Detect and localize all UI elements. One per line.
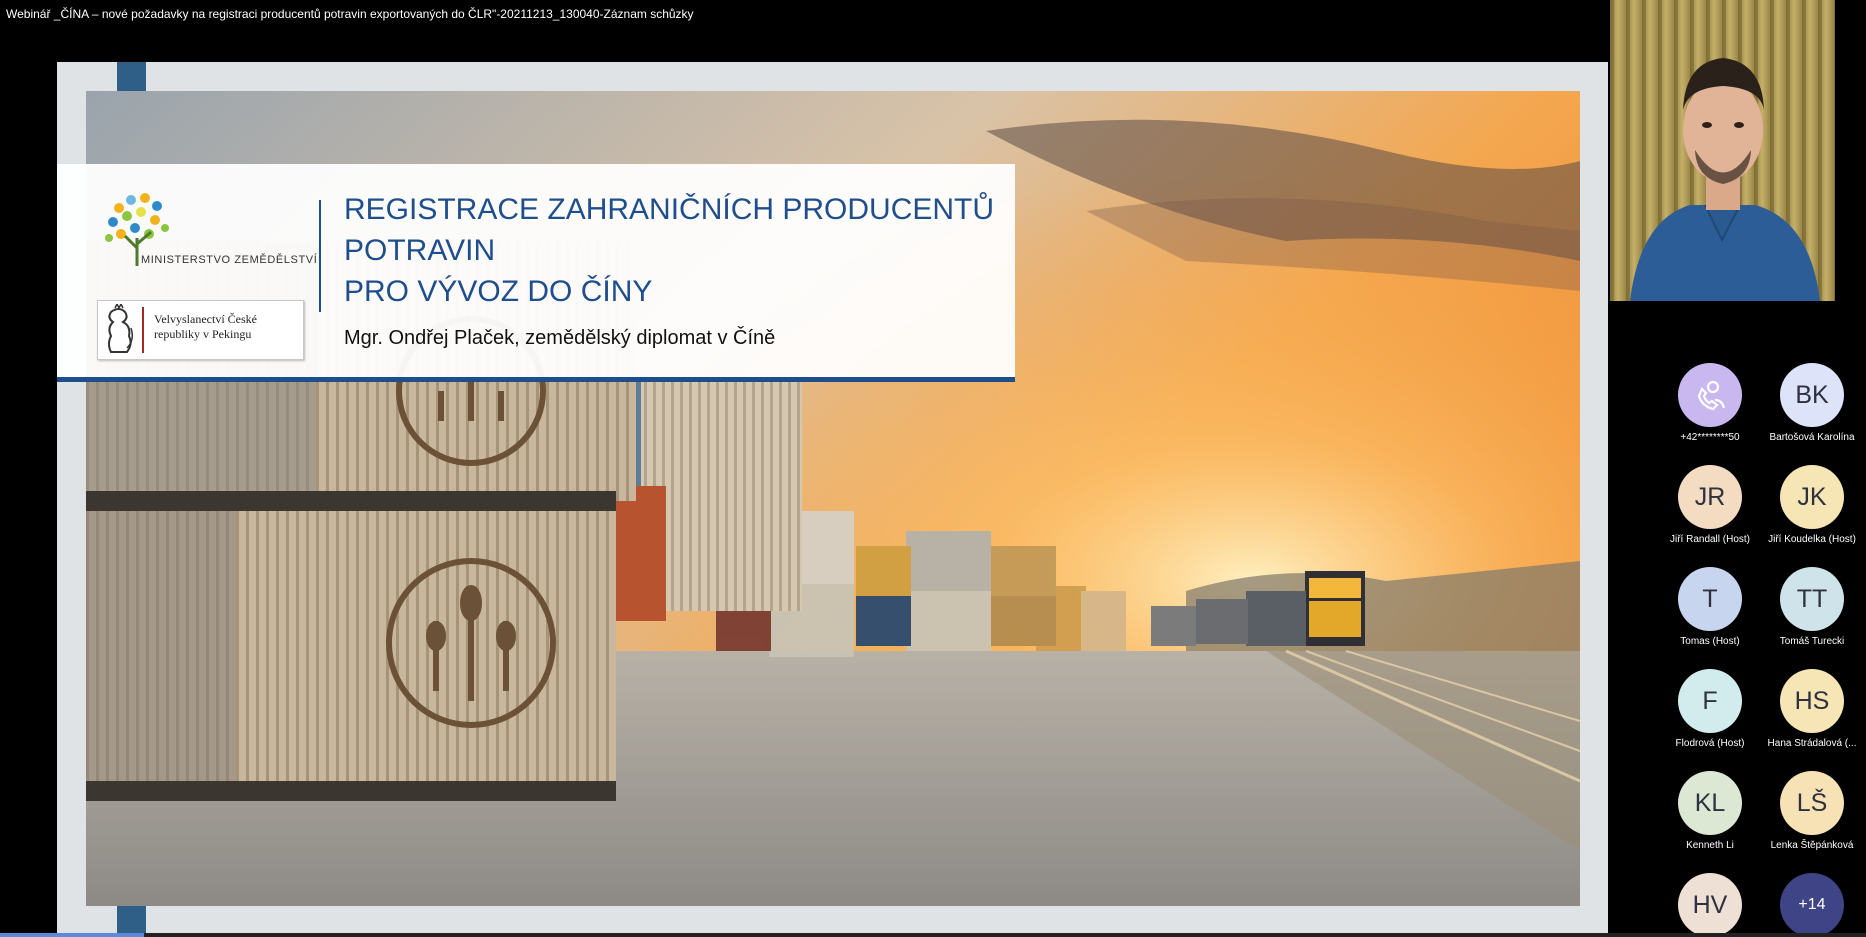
participant-avatar: KL (1678, 771, 1742, 835)
playback-progress-bar[interactable] (0, 933, 1866, 937)
participant-avatar: JR (1678, 465, 1742, 529)
more-participants-button[interactable]: +14 (1757, 873, 1866, 937)
participant-tile[interactable]: JR Jiří Randall (Host) (1655, 465, 1765, 545)
embassy-logo-text: Velvyslanectví České republiky v Pekingu (154, 312, 257, 341)
participant-tile[interactable]: HS Hana Strádalová (... (1757, 669, 1866, 749)
playback-progress-fill (0, 933, 144, 937)
czech-lion-icon (108, 304, 134, 353)
participant-name: +42********50 (1680, 432, 1740, 443)
participant-name: Flodrová (Host) (1675, 738, 1745, 749)
presenter-video-tile[interactable] (1610, 0, 1835, 301)
participant-tile[interactable]: BK Bartošová Karolína (1757, 363, 1866, 443)
slide-title-card: MINISTERSTVO ZEMĚDĚLSTVÍ Velvyslanectví … (57, 164, 1015, 382)
participant-tile[interactable]: JK Jiří Koudelka (Host) (1757, 465, 1866, 545)
more-participants-count: +14 (1780, 873, 1844, 937)
participant-name: Lenka Štěpánková (1770, 840, 1854, 851)
participants-panel: +42********50 BK Bartošová Karolína JR J… (1610, 360, 1866, 937)
participant-name: Tomas (Host) (1680, 636, 1740, 647)
participant-avatar: BK (1780, 363, 1844, 427)
embassy-logo: Velvyslanectví České republiky v Pekingu (97, 300, 304, 360)
participant-tile[interactable]: HV (1655, 873, 1765, 937)
ministry-logo-text: MINISTERSTVO ZEMĚDĚLSTVÍ (141, 254, 318, 266)
participant-avatar: TT (1780, 567, 1844, 631)
slide-title-line: REGISTRACE ZAHRANIČNÍCH PRODUCENTŮ (344, 193, 995, 226)
embassy-logo-rule (142, 307, 144, 353)
participant-tile[interactable]: T Tomas (Host) (1655, 567, 1765, 647)
participant-name: Bartošová Karolína (1769, 432, 1855, 443)
participant-tile[interactable]: +42********50 (1655, 363, 1765, 443)
participant-tile[interactable]: LŠ Lenka Štěpánková (1757, 771, 1866, 851)
participant-name: Hana Strádalová (... (1767, 738, 1857, 749)
participant-tile[interactable]: TT Tomáš Turecki (1757, 567, 1866, 647)
participant-avatar: HV (1678, 873, 1742, 937)
participant-name: Tomáš Turecki (1779, 636, 1845, 647)
participant-name: Jiří Koudelka (Host) (1768, 534, 1856, 545)
participant-avatar: JK (1780, 465, 1844, 529)
participant-tile[interactable]: F Flodrová (Host) (1655, 669, 1765, 749)
participant-name: Kenneth Li (1686, 840, 1734, 851)
participant-avatar: LŠ (1780, 771, 1844, 835)
slide-title-line: POTRAVIN (344, 234, 496, 267)
slide-subtitle: Mgr. Ondřej Plaček, zemědělský diplomat … (344, 327, 776, 349)
phone-person-icon (1697, 380, 1726, 411)
participant-avatar: F (1678, 669, 1742, 733)
participant-avatar: T (1678, 567, 1742, 631)
window-title: Webinář _ČÍNA – nové požadavky na regist… (6, 7, 694, 21)
participant-avatar (1678, 363, 1742, 427)
participant-name: Jiří Randall (Host) (1669, 534, 1751, 545)
slide-title-line: PRO VÝVOZ DO ČÍNY (344, 275, 653, 308)
participant-tile[interactable]: KL Kenneth Li (1655, 771, 1765, 851)
slide-title: REGISTRACE ZAHRANIČNÍCH PRODUCENTŮ POTRA… (344, 189, 994, 312)
logo-divider (319, 200, 321, 312)
participant-avatar: HS (1780, 669, 1844, 733)
slide-accent-top (117, 62, 146, 92)
